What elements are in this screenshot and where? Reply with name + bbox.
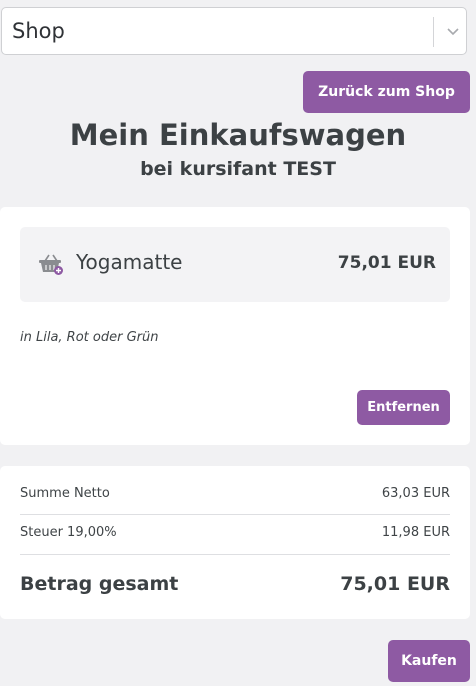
page-title: Mein Einkaufswagen [69, 118, 407, 152]
netto-label: Summe Netto [20, 486, 110, 501]
item-price: 75,01 EUR [337, 253, 436, 273]
total-value: 75,01 EUR [340, 573, 450, 595]
basket-icon [39, 254, 63, 275]
tax-value: 11,98 EUR [381, 525, 450, 540]
back-to-shop-button[interactable]: Zurück zum Shop [303, 71, 470, 113]
summary-card: Summe Netto 63,03 EUR Steuer 19,00% 11,9… [0, 466, 470, 619]
divider [20, 514, 450, 515]
divider [20, 554, 450, 555]
cart-item: Yogamatte 75,01 EUR [20, 227, 450, 302]
shop-select-value: Shop [12, 19, 65, 43]
item-note: in Lila, Rot oder Grün [20, 330, 159, 345]
buy-button[interactable]: Kaufen [388, 640, 470, 682]
netto-value: 63,03 EUR [381, 486, 450, 501]
total-label: Betrag gesamt [20, 573, 179, 595]
select-separator [433, 17, 434, 47]
page-subtitle: bei kursifant TEST [140, 158, 336, 180]
shop-select[interactable]: Shop [1, 7, 467, 55]
item-name: Yogamatte [76, 250, 183, 274]
remove-item-button[interactable]: Entfernen [357, 390, 450, 425]
tax-label: Steuer 19,00% [20, 525, 117, 540]
chevron-down-icon[interactable] [443, 23, 463, 41]
